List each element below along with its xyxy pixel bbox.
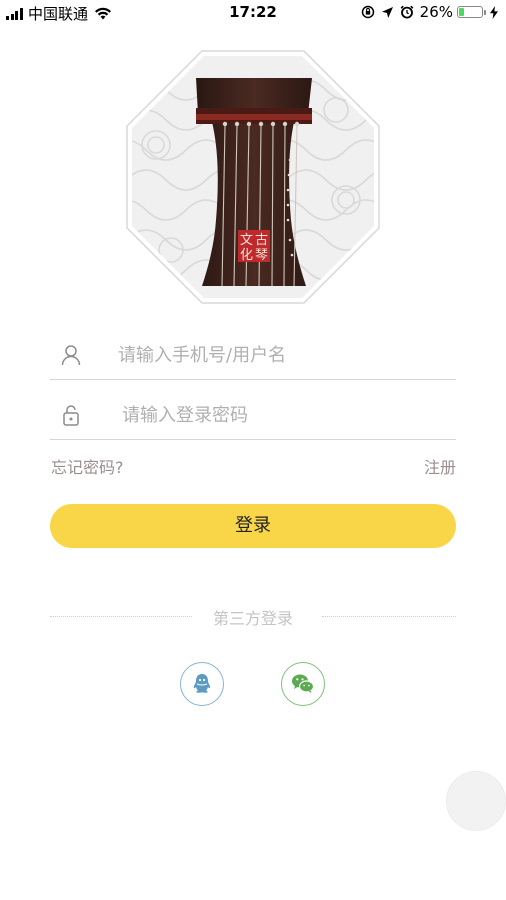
login-screen: 中国联通 17:22 26% 古 琴 文 化 请输入手机号/用户名 忘记密码? …: [0, 0, 506, 900]
wechat-icon: [292, 674, 315, 693]
seal-char: 琴: [255, 248, 268, 263]
third-party-label: 第三方登录: [212, 609, 293, 628]
register-link[interactable]: 注册: [424, 454, 456, 478]
unlock-icon: [63, 405, 79, 426]
password-field: [50, 391, 456, 440]
battery-icon: [457, 6, 486, 18]
charging-icon: [490, 5, 498, 19]
alarm-icon: [400, 5, 414, 19]
login-button[interactable]: 登录: [50, 504, 456, 548]
seal-char: 文: [240, 233, 253, 248]
battery-level: [459, 8, 465, 16]
username-input[interactable]: [116, 339, 440, 371]
seal-char: 古: [255, 233, 268, 248]
battery-percent: 26%: [419, 3, 453, 21]
wechat-login-button[interactable]: [281, 662, 325, 706]
location-icon: [381, 6, 393, 18]
user-icon: [61, 345, 81, 366]
orientation-lock-icon: [361, 5, 374, 19]
username-field: [50, 331, 456, 380]
qq-login-button[interactable]: [180, 662, 224, 706]
status-bar: 中国联通 17:22 26%: [0, 0, 506, 26]
status-right: 26%: [355, 3, 498, 21]
forgot-password-link[interactable]: 忘记密码?: [51, 454, 124, 478]
assistive-touch-button[interactable]: [446, 771, 506, 831]
password-input[interactable]: [120, 399, 444, 431]
qq-icon: [193, 674, 211, 693]
guqin-logo: 古 琴 文 化: [126, 50, 380, 304]
seal-char: 化: [240, 248, 253, 263]
